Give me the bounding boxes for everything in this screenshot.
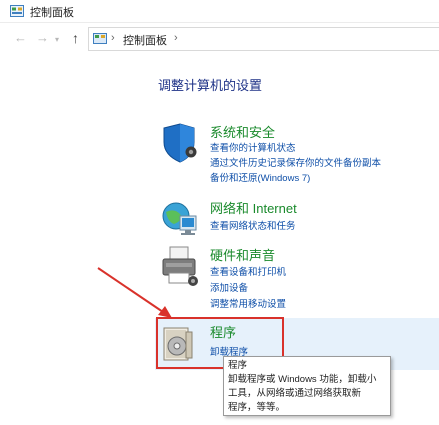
- link-mobility-settings[interactable]: 调整常用移动设置: [210, 296, 286, 310]
- recent-locations-chevron-icon[interactable]: ▾: [55, 32, 59, 48]
- link-view-computer-status[interactable]: 查看你的计算机状态: [210, 140, 296, 154]
- up-arrow-icon[interactable]: ↑: [72, 30, 79, 46]
- link-view-devices-printers[interactable]: 查看设备和打印机: [210, 264, 286, 278]
- tooltip-line: 工具，从网络或通过网络获取新: [228, 388, 362, 399]
- network-globe-icon: [162, 202, 197, 235]
- control-panel-breadcrumb-icon: [93, 33, 107, 44]
- navigation-bar: ← → ▾ ↑ › 控制面板 ›: [0, 23, 439, 53]
- printer-icon: [162, 246, 198, 286]
- breadcrumb-control-panel[interactable]: 控制面板: [123, 32, 167, 48]
- link-add-device[interactable]: 添加设备: [210, 280, 248, 294]
- link-backup-restore[interactable]: 备份和还原(Windows 7): [210, 170, 310, 184]
- forward-arrow-icon[interactable]: →: [36, 30, 49, 46]
- page-heading: 调整计算机的设置: [158, 78, 263, 93]
- address-bar[interactable]: › 控制面板 ›: [88, 27, 439, 51]
- shield-icon: [163, 123, 197, 163]
- title-bar: 控制面板: [0, 0, 439, 23]
- link-file-history-backup[interactable]: 通过文件历史记录保存你的文件备份副本: [210, 155, 381, 169]
- category-title-hardware-sound[interactable]: 硬件和声音: [210, 245, 275, 264]
- tooltip-line: 卸载程序或 Windows 功能，卸载小: [228, 374, 377, 385]
- breadcrumb-separator-icon[interactable]: ›: [174, 32, 178, 44]
- category-title-network-internet[interactable]: 网络和 Internet: [210, 198, 297, 217]
- link-view-network-status[interactable]: 查看网络状态和任务: [210, 218, 296, 232]
- tooltip-line: 程序，等等。: [228, 402, 286, 413]
- back-arrow-icon[interactable]: ←: [14, 30, 27, 46]
- window-title: 控制面板: [30, 7, 74, 19]
- programs-tooltip: 程序 卸载程序或 Windows 功能，卸载小 工具，从网络或通过网络获取新 程…: [223, 356, 391, 416]
- control-panel-icon: [10, 5, 24, 17]
- tooltip-line: 程序: [228, 360, 248, 371]
- breadcrumb-separator-icon[interactable]: ›: [111, 32, 115, 44]
- category-title-system-security[interactable]: 系统和安全: [210, 122, 275, 141]
